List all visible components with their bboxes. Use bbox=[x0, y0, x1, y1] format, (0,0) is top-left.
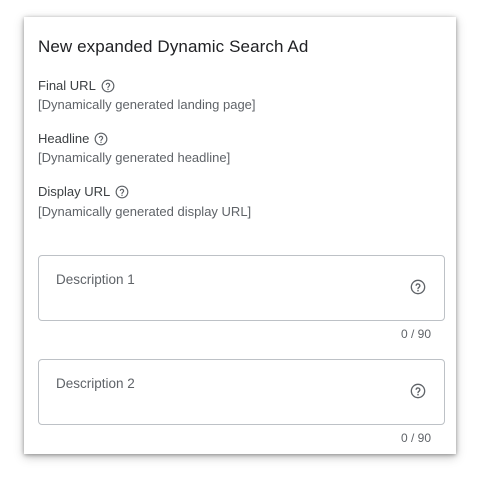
description-1-char-counter: 0 / 90 bbox=[400, 327, 431, 341]
headline-label: Headline bbox=[38, 131, 90, 146]
description-2-placeholder: Description 2 bbox=[56, 376, 135, 391]
final-url-value: [Dynamically generated landing page] bbox=[38, 97, 256, 112]
headline-label-row: Headline bbox=[38, 131, 108, 146]
description-2-help-icon[interactable] bbox=[410, 383, 426, 399]
display-url-value: [Dynamically generated display URL] bbox=[38, 204, 252, 219]
description-1-help-icon[interactable] bbox=[410, 279, 426, 295]
display-url-label-row: Display URL bbox=[38, 184, 129, 199]
description-2-input[interactable]: Description 2 bbox=[38, 359, 445, 425]
final-url-label-row: Final URL bbox=[38, 78, 115, 93]
description-1-placeholder: Description 1 bbox=[56, 272, 135, 287]
final-url-help-icon[interactable] bbox=[101, 79, 115, 93]
final-url-label: Final URL bbox=[38, 78, 96, 93]
display-url-help-icon[interactable] bbox=[115, 185, 129, 199]
description-1-input[interactable]: Description 1 bbox=[38, 255, 445, 321]
headline-help-icon[interactable] bbox=[94, 132, 108, 146]
display-url-label: Display URL bbox=[38, 184, 111, 199]
dynamic-search-ad-card: New expanded Dynamic Search Ad Final URL… bbox=[24, 17, 456, 454]
card-title: New expanded Dynamic Search Ad bbox=[38, 37, 309, 56]
headline-value: [Dynamically generated headline] bbox=[38, 150, 231, 165]
description-2-char-counter: 0 / 90 bbox=[400, 431, 431, 445]
